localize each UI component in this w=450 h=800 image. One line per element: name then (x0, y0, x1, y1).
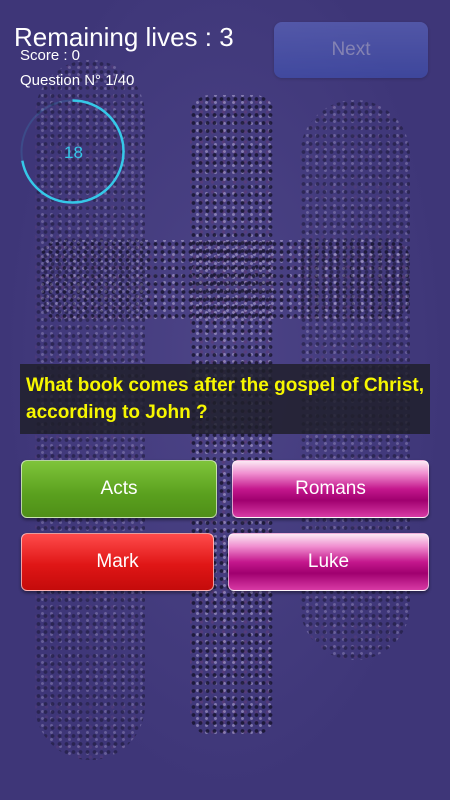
score-text: Score : 0 (20, 47, 81, 64)
answer-button-mark[interactable]: Mark (21, 533, 214, 591)
answer-button-romans[interactable]: Romans (232, 460, 429, 518)
question-text: What book comes after the gospel of Chri… (20, 364, 430, 434)
next-button[interactable]: Next (274, 22, 428, 78)
question-number-text: Question N° 1/40 (20, 72, 135, 89)
answer-button-luke[interactable]: Luke (228, 533, 429, 591)
answer-button-acts[interactable]: Acts (21, 460, 217, 518)
timer-value: 18 (64, 142, 83, 162)
